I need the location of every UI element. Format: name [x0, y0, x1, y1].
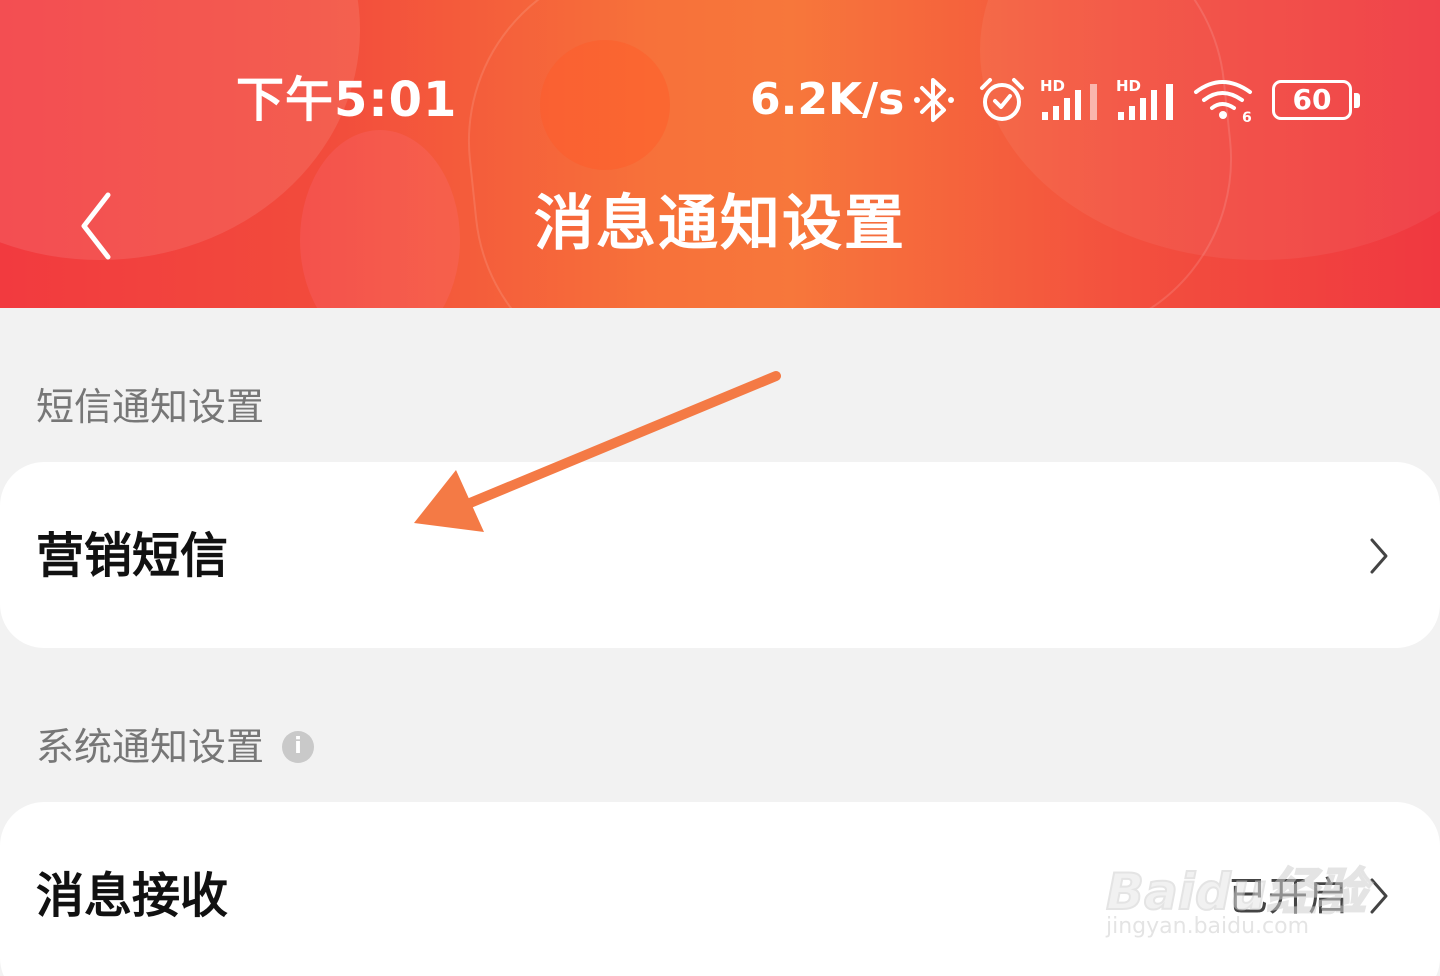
- row-label: 消息接收: [36, 868, 229, 924]
- signal-hd-icon: HD: [1040, 77, 1097, 120]
- network-speed: 6.2K/s: [750, 74, 905, 125]
- section-header-label: 短信通知设置: [36, 385, 265, 429]
- svg-text:6: 6: [1242, 110, 1252, 124]
- back-button[interactable]: [66, 186, 126, 266]
- battery-level: 60: [1292, 83, 1332, 116]
- section-header-sms: 短信通知设置: [36, 382, 264, 432]
- marketing-sms-row[interactable]: 营销短信: [0, 462, 1440, 648]
- svg-text:HD: HD: [1040, 77, 1065, 95]
- battery-icon: 60: [1272, 80, 1352, 120]
- wifi-icon: 6: [1194, 80, 1252, 124]
- status-time: 下午5:01: [236, 72, 458, 128]
- app-header: 下午5:01 6.2K/s HD HD 6 60 消息通知设置: [0, 0, 1440, 308]
- alarm-icon: [980, 78, 1024, 121]
- battery-tip: [1354, 93, 1360, 108]
- section-header-system: 系统通知设置 i: [36, 722, 315, 772]
- row-label: 营销短信: [36, 528, 229, 584]
- chevron-right-icon: [1370, 538, 1388, 574]
- signal-hd-icon: HD: [1116, 77, 1173, 120]
- section-header-label: 系统通知设置: [36, 725, 265, 769]
- bluetooth-icon: [914, 78, 954, 122]
- page-title: 消息通知设置: [534, 189, 906, 259]
- row-value-status: 已开启: [1228, 874, 1348, 920]
- chevron-right-icon: [1370, 878, 1388, 914]
- info-icon[interactable]: i: [282, 731, 315, 763]
- message-receive-row[interactable]: 消息接收 已开启: [0, 802, 1440, 976]
- nav-bar: 消息通知设置: [0, 170, 1440, 280]
- chevron-left-icon: [81, 192, 111, 260]
- svg-text:HD: HD: [1116, 77, 1141, 95]
